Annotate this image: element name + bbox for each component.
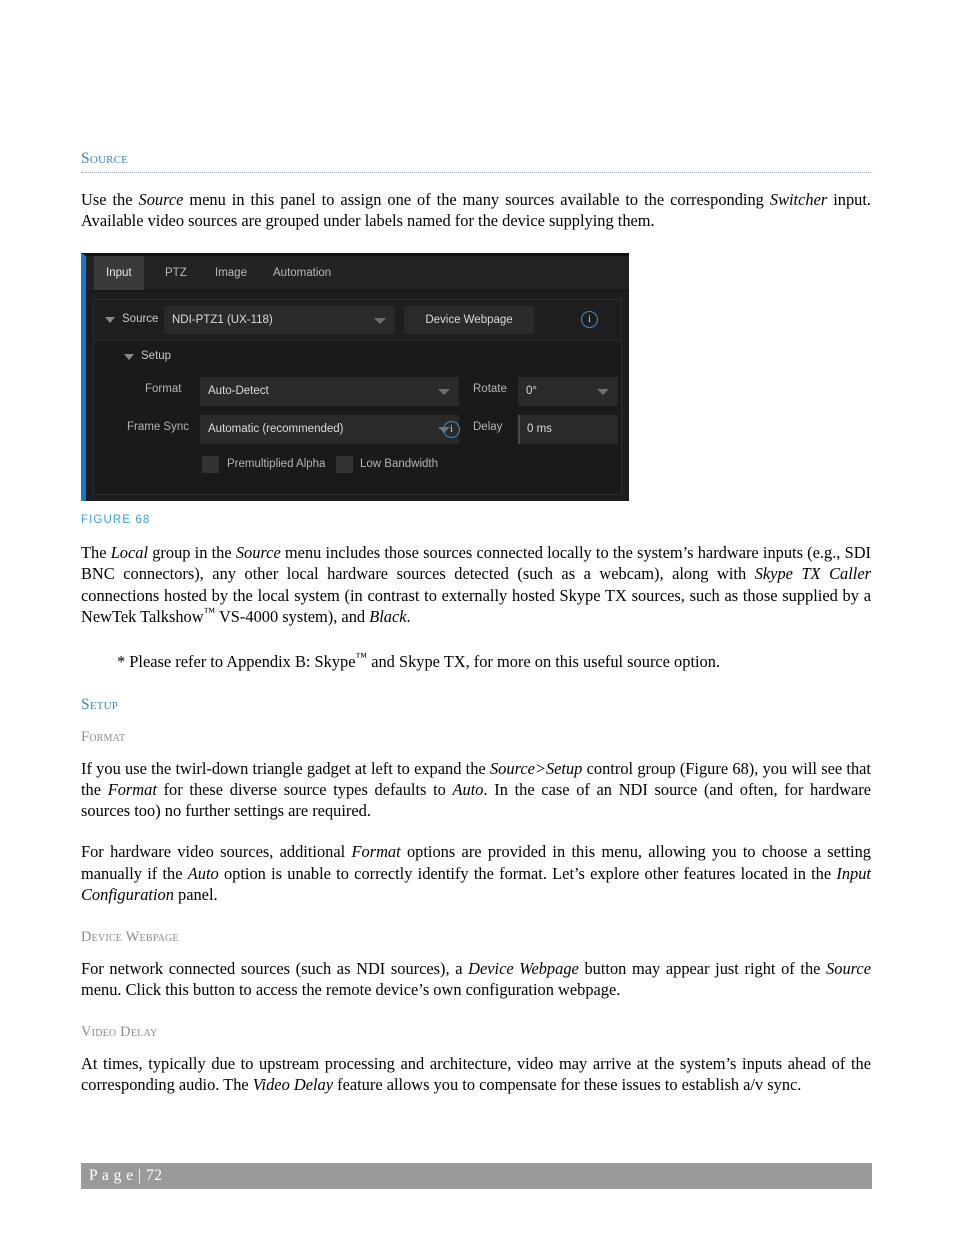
source-row: Source NDI-PTZ1 (UX-118) Device Webpage … — [94, 300, 621, 342]
rotate-label: Rotate — [473, 383, 507, 396]
triangle-down-icon-setup[interactable] — [124, 354, 134, 361]
checkbox-label-low-bandwidth: Low Bandwidth — [360, 458, 438, 471]
text-run-italic: Skype TX Caller — [754, 564, 871, 584]
heading-source: Source — [81, 150, 871, 173]
text-run: button may appear just right of the — [578, 958, 827, 978]
text-run: group in the — [148, 543, 236, 563]
figure-caption: FIGURE 68 — [81, 514, 151, 527]
checkbox-low-bandwidth[interactable] — [336, 456, 353, 474]
page-footer-bar: P a g e | 72 — [81, 1163, 872, 1189]
text-run-italic: Local — [110, 543, 149, 563]
paragraph-local-group: The Local group in the Source menu inclu… — [81, 542, 871, 627]
setup-row: Setup — [94, 341, 621, 374]
text-run-italic: Switcher — [769, 189, 828, 209]
text-run: panel. — [173, 884, 218, 904]
trademark-symbol: ™ — [203, 604, 216, 619]
checkbox-row: Premultiplied Alpha Low Bandwidth — [94, 450, 621, 484]
text-run: menu. Click this button to access the re… — [81, 979, 621, 999]
paragraph-video-delay: At times, typically due to upstream proc… — [81, 1053, 871, 1095]
text-run-italic: Source — [138, 189, 184, 209]
paragraph-source-intro: Use the Source menu in this panel to ass… — [81, 189, 871, 231]
text-run-italic: Auto — [187, 863, 219, 883]
text-run: Use the — [81, 189, 139, 209]
text-run-italic: Black — [369, 606, 407, 626]
paragraph-device-webpage: For network connected sources (such as N… — [81, 958, 871, 1000]
text-run-italic: Video Delay — [252, 1074, 334, 1094]
format-label: Format — [145, 383, 182, 396]
checkbox-label-premultiplied-alpha: Premultiplied Alpha — [227, 458, 326, 471]
frame-sync-select[interactable]: Automatic (recommended) — [200, 415, 459, 445]
setup-label: Setup — [141, 350, 172, 363]
paragraph-format-2: For hardware video sources, additional F… — [81, 841, 871, 905]
heading-device-webpage: Device Webpage — [81, 928, 179, 945]
text-run: * Please refer to Appendix B: Skype — [117, 652, 356, 672]
frame-sync-select-value: Automatic (recommended) — [208, 423, 344, 436]
text-run-italic: Source>Setup — [489, 758, 583, 778]
source-group-box: Source NDI-PTZ1 (UX-118) Device Webpage … — [93, 299, 622, 496]
text-run-italic: Auto — [452, 779, 484, 799]
document-page: Source Use the Source menu in this panel… — [0, 0, 954, 1235]
format-select-value: Auto-Detect — [208, 385, 269, 398]
info-icon-source[interactable]: i — [581, 311, 598, 329]
text-run: menu in this panel to assign one of the … — [183, 189, 770, 209]
checkbox-premultiplied-alpha[interactable] — [202, 456, 219, 474]
text-run-italic: Source — [235, 543, 281, 563]
text-run: option is unable to correctly identify t… — [218, 863, 837, 883]
chevron-down-icon-rotate — [597, 389, 609, 396]
heading-setup: Setup — [81, 696, 119, 714]
source-select[interactable]: NDI-PTZ1 (UX-118) — [164, 306, 395, 335]
text-run: The — [81, 543, 111, 563]
format-rotate-row: Format Auto-Detect Rotate 0° — [94, 374, 621, 412]
device-webpage-button[interactable]: Device Webpage — [404, 306, 534, 335]
text-run-italic: Format — [107, 779, 157, 799]
text-run-italic: Format — [351, 842, 401, 862]
footnote-appendix-b: * Please refer to Appendix B: Skype™ and… — [81, 651, 871, 672]
tab-input[interactable]: Input — [94, 256, 144, 291]
frame-sync-label: Frame Sync — [127, 421, 189, 434]
delay-label: Delay — [473, 421, 503, 434]
chevron-down-icon-source — [374, 318, 386, 325]
text-run: connections hosted by the local system (… — [81, 585, 871, 626]
format-select[interactable]: Auto-Detect — [200, 377, 459, 407]
input-configuration-panel: Input PTZ Image Automation Source NDI-PT… — [81, 253, 629, 502]
tab-ptz[interactable]: PTZ — [153, 256, 199, 290]
heading-format: Format — [81, 729, 126, 746]
figure-68: Input PTZ Image Automation Source NDI-PT… — [81, 253, 629, 526]
page-content: Source Use the Source menu in this panel… — [81, 150, 871, 1095]
text-run: VS-4000 system), and — [215, 606, 370, 626]
panel-body: Source NDI-PTZ1 (UX-118) Device Webpage … — [86, 291, 629, 502]
text-run: . — [406, 606, 411, 626]
source-label: Source — [122, 313, 159, 326]
text-run-italic: Source — [826, 958, 871, 978]
trademark-symbol: ™ — [355, 649, 368, 664]
text-run: and Skype TX, for more on this useful so… — [367, 652, 721, 672]
text-run: For network connected sources (such as N… — [81, 958, 469, 978]
text-run: feature allows you to compensate for the… — [333, 1074, 802, 1094]
rotate-select[interactable]: 0° — [518, 377, 618, 407]
text-run: For hardware video sources, additional — [81, 842, 352, 862]
rotate-select-value: 0° — [526, 385, 537, 398]
framesync-delay-row: Frame Sync Automatic (recommended) i Del… — [94, 412, 621, 450]
tab-image[interactable]: Image — [203, 256, 259, 290]
paragraph-format-1: If you use the twirl-down triangle gadge… — [81, 758, 871, 822]
text-run: If you use the twirl-down triangle gadge… — [81, 758, 490, 778]
triangle-down-icon-source[interactable] — [105, 317, 115, 324]
text-run-italic: Device Webpage — [468, 958, 579, 978]
panel-tabbar: Input PTZ Image Automation — [86, 256, 629, 292]
tab-automation[interactable]: Automation — [261, 256, 343, 290]
heading-video-delay: Video Delay — [81, 1024, 158, 1041]
text-run: for these diverse source types defaults … — [156, 779, 453, 799]
page-number-label: P a g e | 72 — [89, 1167, 163, 1184]
source-select-value: NDI-PTZ1 (UX-118) — [172, 314, 273, 327]
delay-input[interactable]: 0 ms — [518, 415, 618, 445]
chevron-down-icon-format — [438, 389, 450, 396]
